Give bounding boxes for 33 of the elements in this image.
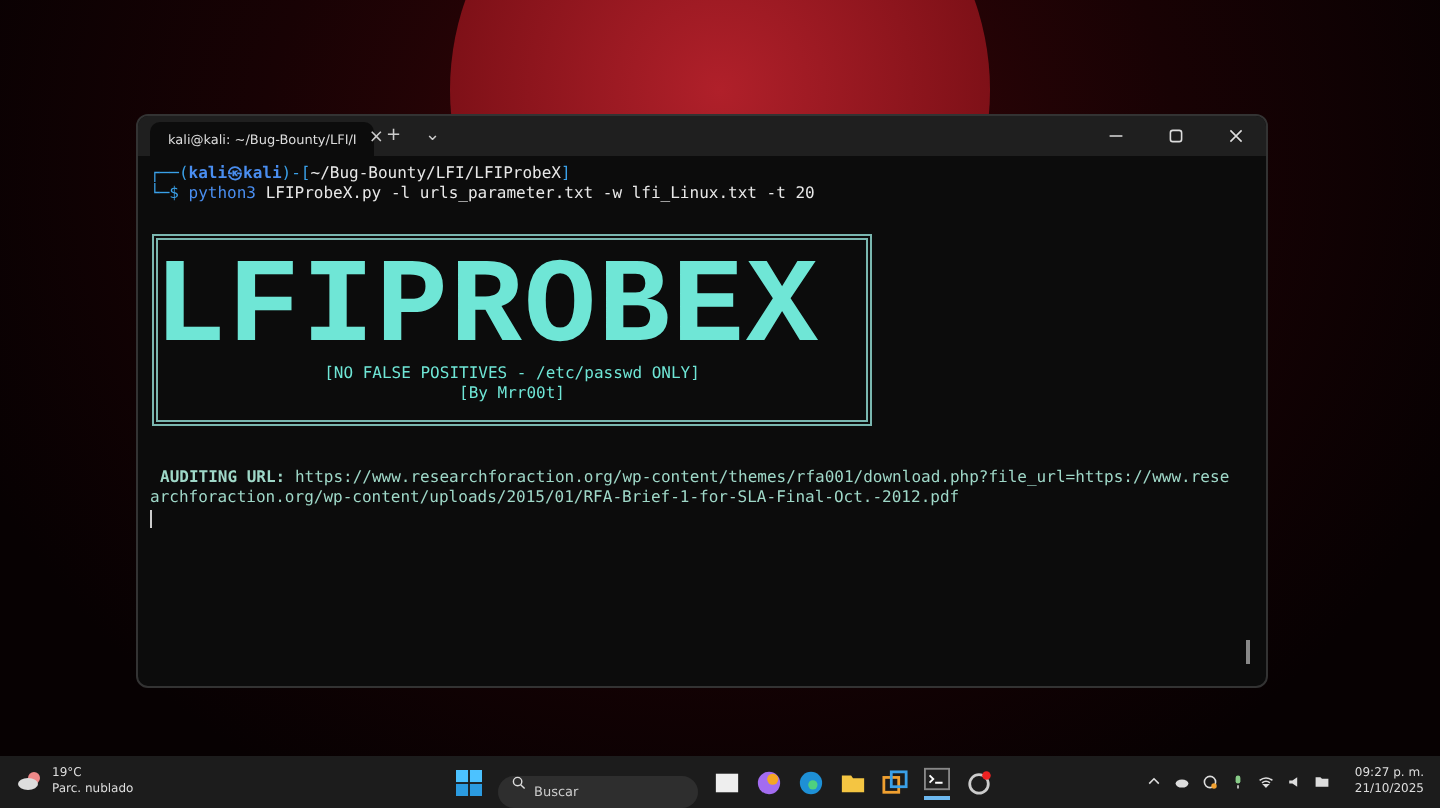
search-icon bbox=[512, 775, 526, 789]
task-view-icon[interactable] bbox=[714, 769, 740, 795]
prompt-frame: └─$ bbox=[150, 184, 179, 202]
windows-stack-icon[interactable] bbox=[882, 769, 908, 795]
close-icon[interactable] bbox=[1228, 128, 1244, 144]
tab-dropdown-button[interactable]: ⌄ bbox=[421, 127, 445, 145]
wifi-icon[interactable] bbox=[1258, 774, 1275, 790]
folder-icon[interactable] bbox=[1314, 774, 1331, 790]
command-arguments: LFIProbeX.py -l urls_parameter.txt -w lfi_Linux.txt -t 20 bbox=[265, 184, 815, 202]
prompt-frame: )-[ bbox=[281, 164, 311, 182]
app-notification-icon[interactable] bbox=[966, 769, 992, 795]
speaker-icon[interactable] bbox=[1286, 774, 1303, 790]
auditing-url-line: AUDITING URL: https://www.researchforaction.org/wp-content/themes/rfa001/download.php?file_url=https://www.researchforaction.org/wp-content/uploads/2015/01/RFA-Brief-1-for-SLA-Final-Oct.-2012.pdf bbox=[150, 468, 1232, 508]
text-cursor bbox=[150, 510, 152, 528]
banner-title: LFIPROBEX bbox=[153, 256, 821, 364]
prompt-path: ~/Bug-Bounty/LFI/LFIProbeX bbox=[310, 164, 561, 182]
banner-author: [By Mrr00t] bbox=[459, 384, 565, 404]
terminal-icon[interactable] bbox=[924, 765, 950, 799]
banner-subtitle: [NO FALSE POSITIVES - /etc/passwd ONLY] bbox=[324, 364, 700, 384]
maximize-icon[interactable] bbox=[1168, 128, 1184, 144]
prompt-user: kali㉿kali bbox=[188, 164, 282, 182]
prompt-frame: ] bbox=[560, 164, 571, 182]
windows-logo-icon[interactable] bbox=[456, 769, 482, 795]
browser-icon[interactable] bbox=[798, 769, 824, 795]
new-tab-button[interactable]: + bbox=[382, 127, 406, 145]
sync-icon[interactable] bbox=[1202, 774, 1219, 790]
colorful-app-icon[interactable] bbox=[756, 769, 782, 795]
scrollbar-thumb[interactable] bbox=[1246, 640, 1250, 664]
command-program: python3 bbox=[188, 184, 256, 202]
cloud-icon[interactable] bbox=[1174, 774, 1191, 790]
chevron-up-icon[interactable] bbox=[1146, 774, 1163, 790]
cloud-icon bbox=[16, 770, 44, 794]
prompt-frame: ┌──( bbox=[150, 164, 189, 182]
